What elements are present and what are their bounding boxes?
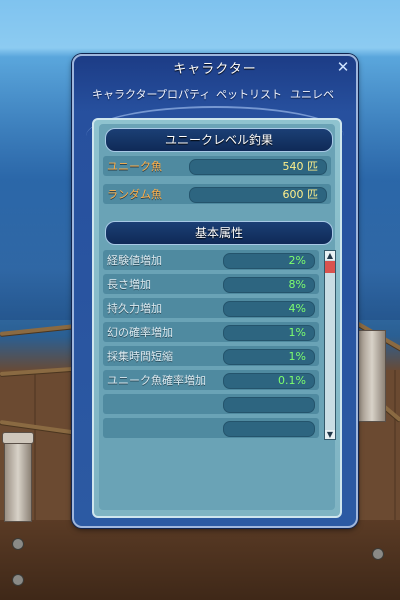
attr-row: ユニーク魚確率増加 0.1% bbox=[103, 370, 319, 390]
scroll-up-icon[interactable]: ▲ bbox=[325, 251, 335, 260]
close-icon[interactable]: ✕ bbox=[336, 60, 350, 75]
deck-rail bbox=[0, 520, 400, 600]
content-panel: ユニークレベル釣果 ユニーク魚 540 匹 ランダム魚 600 匹 基本属性 経… bbox=[92, 118, 342, 518]
attr-value-box: 1% bbox=[223, 349, 315, 365]
attr-value: 1% bbox=[288, 350, 306, 363]
attr-value-box: 8% bbox=[223, 277, 315, 293]
attr-value-box: 2% bbox=[223, 253, 315, 269]
bolt bbox=[12, 574, 24, 586]
bolt bbox=[12, 538, 24, 550]
attr-value: 2% bbox=[288, 254, 306, 267]
attr-row: 持久力増加 4% bbox=[103, 298, 319, 318]
attr-row: 長さ増加 8% bbox=[103, 274, 319, 294]
tab-unique-level[interactable]: ユニレベ bbox=[290, 86, 334, 102]
deck-post-cap bbox=[2, 432, 34, 444]
attr-row-empty bbox=[103, 394, 319, 414]
attr-row: 採集時間短縮 1% bbox=[103, 346, 319, 366]
unique-fish-row: ユニーク魚 540 匹 bbox=[103, 156, 331, 176]
attr-row-empty bbox=[103, 418, 319, 438]
basic-attributes-header: 基本属性 bbox=[105, 221, 333, 245]
unique-level-header: ユニークレベル釣果 bbox=[105, 128, 333, 152]
attr-value: 0.1% bbox=[278, 374, 306, 387]
unique-fish-value-box: 540 匹 bbox=[189, 159, 327, 175]
attr-label: 持久力増加 bbox=[107, 302, 162, 315]
tab-pet-list[interactable]: ペットリスト bbox=[216, 86, 282, 102]
attr-value-box bbox=[223, 421, 315, 437]
attr-value-box bbox=[223, 397, 315, 413]
bolt bbox=[372, 548, 384, 560]
deck-post bbox=[4, 440, 32, 522]
character-window: キャラクター ✕ キャラクター プロパティ ペットリスト ユニレベ ユニークレベ… bbox=[72, 54, 358, 528]
random-fish-row: ランダム魚 600 匹 bbox=[103, 184, 331, 204]
unique-fish-label: ユニーク魚 bbox=[107, 160, 162, 173]
rope bbox=[0, 323, 80, 336]
deck-post bbox=[358, 330, 386, 422]
attr-label: 長さ増加 bbox=[107, 278, 151, 291]
window-title: キャラクター bbox=[173, 62, 257, 77]
attr-label: ユニーク魚確率増加 bbox=[107, 374, 206, 387]
attributes-scrollbar[interactable]: ▲ ▼ bbox=[324, 250, 336, 440]
attr-value-box: 4% bbox=[223, 301, 315, 317]
attr-value-box: 0.1% bbox=[223, 373, 315, 389]
random-fish-value-box: 600 匹 bbox=[189, 187, 327, 203]
scroll-thumb[interactable] bbox=[325, 261, 335, 273]
content-inner: ユニークレベル釣果 ユニーク魚 540 匹 ランダム魚 600 匹 基本属性 経… bbox=[99, 124, 336, 510]
tab-bar: キャラクター プロパティ ペットリスト ユニレベ bbox=[84, 86, 346, 104]
attr-row: 幻の確率増加 1% bbox=[103, 322, 319, 342]
attr-value: 4% bbox=[288, 302, 306, 315]
unique-fish-value: 540 匹 bbox=[282, 160, 319, 173]
attr-label: 経験値増加 bbox=[107, 254, 162, 267]
random-fish-label: ランダム魚 bbox=[107, 188, 162, 201]
tab-character[interactable]: キャラクター bbox=[92, 86, 158, 102]
tab-property[interactable]: プロパティ bbox=[156, 86, 210, 102]
attr-value: 8% bbox=[288, 278, 306, 291]
attr-label: 幻の確率増加 bbox=[107, 326, 173, 339]
attr-label: 採集時間短縮 bbox=[107, 350, 173, 363]
random-fish-value: 600 匹 bbox=[282, 188, 319, 201]
attr-row: 経験値増加 2% bbox=[103, 250, 319, 270]
attr-value: 1% bbox=[288, 326, 306, 339]
scroll-down-icon[interactable]: ▼ bbox=[325, 430, 335, 439]
attr-value-box: 1% bbox=[223, 325, 315, 341]
